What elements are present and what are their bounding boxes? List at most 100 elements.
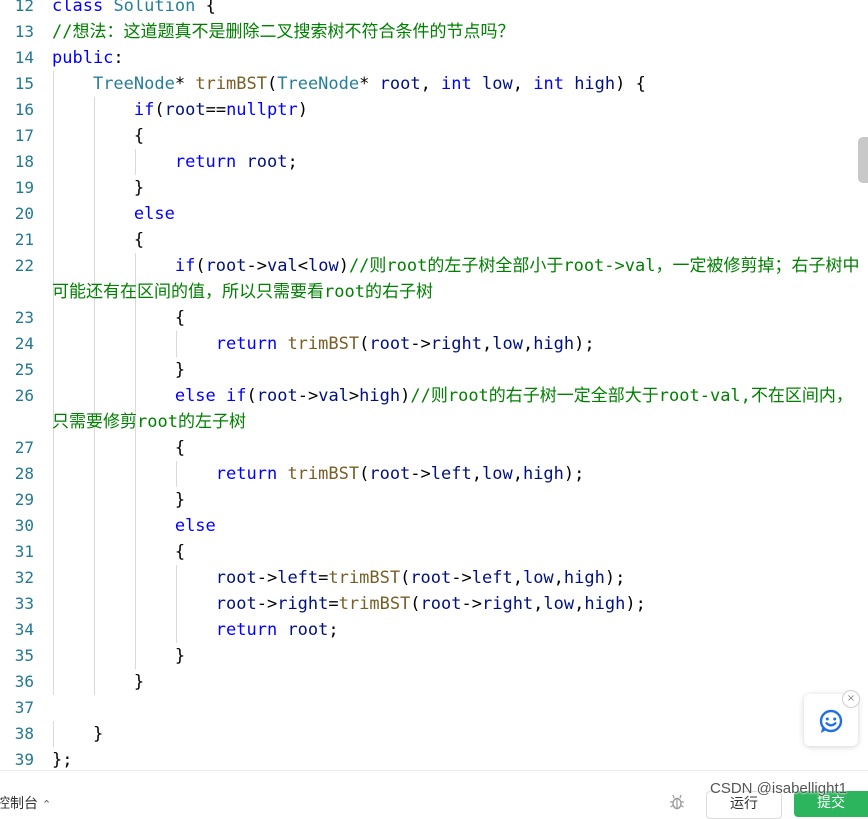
code-token: val	[267, 256, 298, 276]
code-token: (	[400, 568, 411, 588]
code-text: return trimBST(root->right,low,high);	[52, 331, 862, 357]
chat-smile-icon	[819, 709, 843, 733]
code-editor[interactable]: 12 class Solution { 13 //想法：这道题真不是删除二叉搜索树不符…	[0, 0, 868, 770]
code-text: TreeNode* trimBST(TreeNode* root, int lo…	[52, 71, 862, 97]
code-line[interactable]: 28 return trimBST(root->left,low,high);	[0, 461, 868, 487]
code-text: //想法：这道题真不是删除二叉搜索树不符合条件的节点吗？	[52, 19, 862, 45]
code-token: root	[420, 594, 462, 614]
code-token: else	[174, 516, 216, 536]
code-token: ->	[410, 334, 431, 354]
code-token: root	[164, 100, 206, 120]
code-token: ,	[574, 594, 585, 614]
code-line[interactable]: 31 {	[0, 539, 868, 565]
code-text: }	[52, 357, 862, 383]
code-line[interactable]: 17 {	[0, 123, 868, 149]
code-line[interactable]: 23 {	[0, 305, 868, 331]
code-token: {	[195, 0, 216, 16]
feedback-close-button[interactable]: ×	[842, 690, 860, 708]
code-token: =	[318, 568, 329, 588]
code-text: }	[52, 721, 862, 747]
code-token: }	[52, 724, 104, 744]
bug-icon[interactable]	[668, 793, 686, 811]
code-token: left	[471, 568, 513, 588]
code-line[interactable]: 13 //想法：这道题真不是删除二叉搜索树不符合条件的节点吗？	[0, 19, 868, 45]
code-line[interactable]: 24 return trimBST(root->right,low,high);	[0, 331, 868, 357]
code-token: {	[52, 126, 145, 146]
code-token: ->	[461, 594, 482, 614]
code-line[interactable]: 22 if(root->val<low)//则root的左子树全部小于root-…	[0, 253, 868, 305]
code-token: high	[359, 386, 401, 406]
code-token: low	[307, 256, 339, 276]
code-line[interactable]: 33 root->right=trimBST(root->right,low,h…	[0, 591, 868, 617]
code-token: root	[369, 464, 411, 484]
code-line[interactable]: 14 public:	[0, 45, 868, 71]
code-line[interactable]: 16 if(root==nullptr)	[0, 97, 868, 123]
code-line[interactable]: 12 class Solution {	[0, 0, 868, 19]
code-line[interactable]: 35 }	[0, 643, 868, 669]
code-token: ->	[297, 386, 319, 406]
line-number: 39	[14, 750, 34, 769]
code-line[interactable]: 34 return root;	[0, 617, 868, 643]
code-token: );	[563, 464, 585, 484]
code-token: ->	[256, 568, 278, 588]
code-line[interactable]: 26 else if(root->val>high)//则root的右子树一定全…	[0, 383, 868, 435]
line-number: 24	[14, 334, 34, 353]
code-token: root	[287, 620, 329, 640]
code-line[interactable]: 20 else	[0, 201, 868, 227]
code-line[interactable]: 39};	[0, 747, 868, 770]
code-token: }	[52, 178, 145, 198]
code-token: root	[410, 568, 452, 588]
code-line[interactable]: 32 root->left=trimBST(root->left,low,hig…	[0, 565, 868, 591]
code-area[interactable]: 12 class Solution { 13 //想法：这道题真不是删除二叉搜索树不符…	[0, 0, 868, 770]
code-token: ) {	[615, 74, 646, 94]
line-number: 34	[14, 620, 34, 639]
code-token: trimBST	[287, 464, 360, 484]
code-line[interactable]: 21 {	[0, 227, 868, 253]
vertical-scrollbar-thumb[interactable]	[858, 137, 868, 183]
code-token: int	[533, 74, 564, 94]
code-line[interactable]: 18 return root;	[0, 149, 868, 175]
code-text: else if(root->val>high)//则root的右子树一定全部大于…	[52, 383, 862, 435]
code-token: left	[277, 568, 319, 588]
code-line[interactable]: 30 else	[0, 513, 868, 539]
console-toggle[interactable]: 控制台 ⌃	[0, 793, 51, 813]
code-line[interactable]: 25 }	[0, 357, 868, 383]
line-number: 22	[14, 256, 34, 275]
code-token: ;	[287, 152, 298, 172]
code-line[interactable]: 29 }	[0, 487, 868, 513]
code-line[interactable]: 15 TreeNode* trimBST(TreeNode* root, int…	[0, 71, 868, 97]
code-token: ,	[512, 74, 534, 94]
code-token: }	[52, 490, 186, 510]
code-line[interactable]: 36 }	[0, 669, 868, 695]
line-number: 15	[14, 74, 34, 93]
code-text: {	[52, 305, 862, 331]
line-number: 13	[14, 22, 34, 41]
code-line[interactable]: 19 }	[0, 175, 868, 201]
code-token: right	[277, 594, 329, 614]
code-token: class	[52, 0, 104, 16]
code-token: {	[52, 230, 145, 250]
code-token: high	[584, 594, 626, 614]
code-line[interactable]: 37	[0, 695, 868, 721]
code-line[interactable]: 27 {	[0, 435, 868, 461]
code-token: low	[522, 568, 554, 588]
code-line[interactable]: 38 }	[0, 721, 868, 747]
code-token: high	[522, 464, 564, 484]
code-text: public:	[52, 45, 862, 71]
code-token: ,	[533, 594, 544, 614]
code-text: root->right=trimBST(root->right,low,high…	[52, 591, 862, 617]
code-token: <	[297, 256, 308, 276]
code-token: ;	[328, 620, 339, 640]
code-token: ,	[481, 334, 493, 354]
code-token: ==	[205, 100, 227, 120]
code-token: (	[195, 256, 206, 276]
line-number: 25	[14, 360, 34, 379]
